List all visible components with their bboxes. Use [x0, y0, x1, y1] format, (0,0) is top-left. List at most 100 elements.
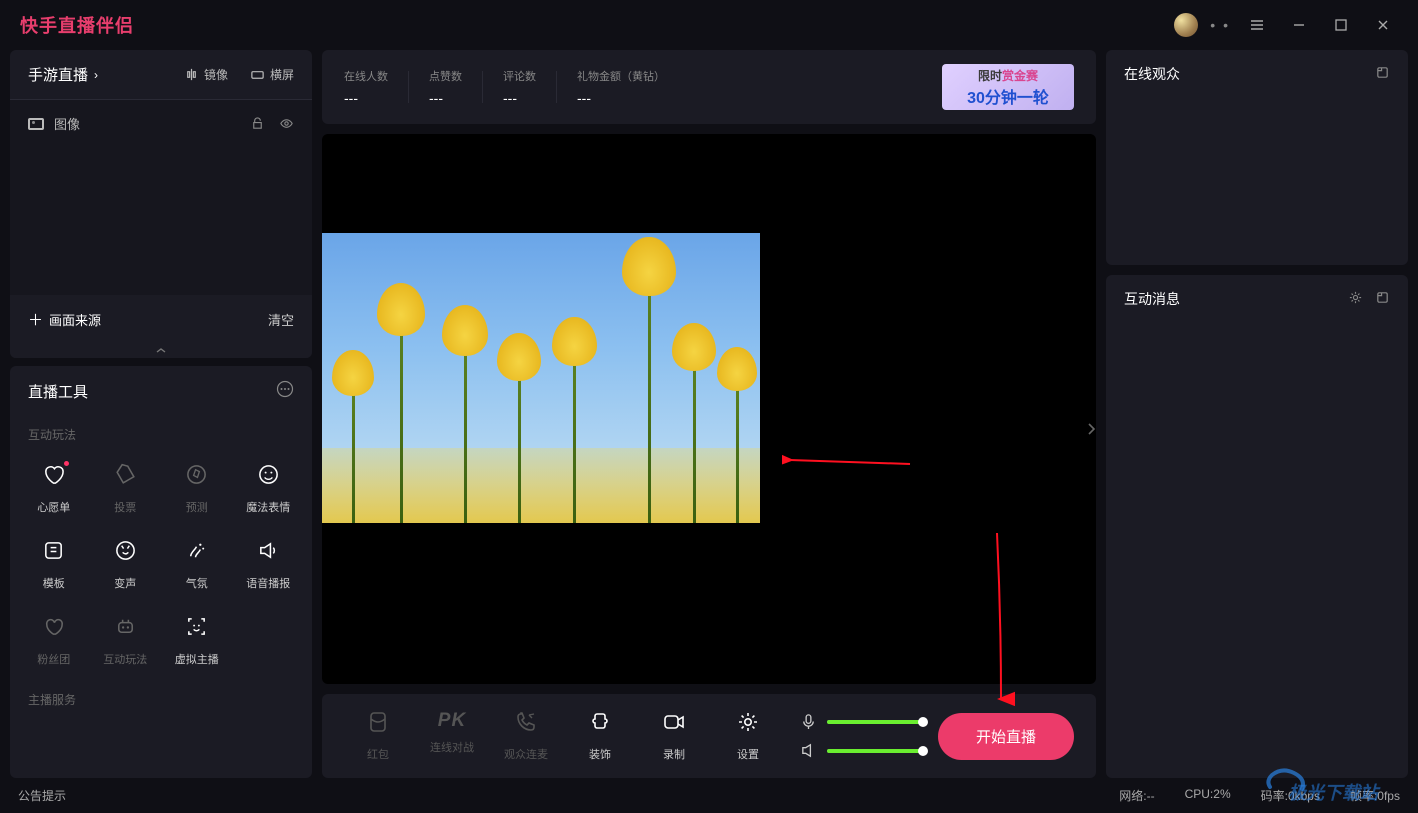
scene-layer-image[interactable]: 图像: [28, 110, 294, 137]
settings-icon[interactable]: [1348, 290, 1363, 308]
promo-prefix: 限时: [978, 69, 1002, 83]
bottom-tool-pk[interactable]: PK连线对战: [418, 710, 486, 762]
status-bitrate: 码率:0kbps: [1261, 787, 1320, 804]
eye-icon[interactable]: [279, 116, 294, 131]
mirror-toggle[interactable]: 镜像: [184, 66, 228, 83]
scene-layer-label: 图像: [54, 114, 80, 133]
preview-canvas[interactable]: [322, 134, 1096, 684]
heart-icon: [42, 463, 65, 491]
compass-icon: [185, 463, 208, 491]
scene-panel: 手游直播 › 镜像 横屏 图像: [10, 50, 312, 358]
tool-heart[interactable]: 心愿单: [20, 457, 88, 521]
tool-label: 预测: [186, 499, 208, 515]
stat-item: 点赞数 ---: [429, 68, 462, 106]
popout-icon[interactable]: [1375, 65, 1390, 83]
tool-tag[interactable]: 投票: [92, 457, 160, 521]
bottom-tool-label: 红包: [367, 746, 389, 762]
scene-category-label: 手游直播: [28, 64, 88, 85]
record-icon: [662, 710, 686, 739]
robot-icon: [114, 615, 137, 643]
bottom-tool-record[interactable]: 录制: [640, 710, 708, 762]
tool-label: 变声: [114, 575, 136, 591]
image-icon: [28, 118, 44, 130]
stat-item: 评论数 ---: [503, 68, 536, 106]
tool-robot[interactable]: 互动玩法: [92, 609, 160, 673]
speaker-out-icon[interactable]: [800, 742, 817, 759]
popout-icon-2[interactable]: [1375, 290, 1390, 308]
mic-icon[interactable]: [800, 713, 817, 730]
stat-value: ---: [503, 90, 536, 106]
face-scan-icon: [185, 615, 208, 643]
scene-category[interactable]: 手游直播 ›: [28, 64, 98, 85]
bottom-tool-label: 录制: [663, 746, 685, 762]
bottom-tool-call[interactable]: 观众连麦: [492, 710, 560, 762]
landscape-icon: [250, 67, 265, 82]
tool-label: 气氛: [186, 575, 208, 591]
bottom-tool-label: 设置: [737, 746, 759, 762]
voice-change-icon: [114, 539, 137, 567]
stat-label: 礼物金额（黄钻）: [577, 68, 665, 84]
tool-face-scan[interactable]: 虚拟主播: [163, 609, 231, 673]
stat-label: 点赞数: [429, 68, 462, 84]
call-icon: [514, 710, 538, 739]
mic-volume-slider[interactable]: [827, 720, 925, 724]
bottom-tool-puzzle[interactable]: 装饰: [566, 710, 634, 762]
tool-label: 互动玩法: [103, 651, 147, 667]
section-interactive: 互动玩法: [10, 416, 312, 449]
tool-smile[interactable]: 魔法表情: [235, 457, 303, 521]
tool-label: 魔法表情: [246, 499, 290, 515]
announcement-label: 公告提示: [18, 787, 66, 804]
online-audience-panel: 在线观众: [1106, 50, 1408, 265]
tool-template[interactable]: 模板: [20, 533, 88, 597]
menu-icon[interactable]: [1242, 10, 1272, 40]
chevron-right-icon: ›: [94, 68, 98, 82]
status-network: 网络:--: [1119, 787, 1154, 804]
tool-compass[interactable]: 预测: [163, 457, 231, 521]
tool-sparkle[interactable]: 气氛: [163, 533, 231, 597]
lock-icon[interactable]: [250, 116, 265, 131]
bottom-tool-gear[interactable]: 设置: [714, 710, 782, 762]
mirror-icon: [184, 67, 199, 82]
bottom-tool-red-packet[interactable]: 红包: [344, 710, 412, 762]
tool-label: 粉丝团: [37, 651, 70, 667]
status-framerate: 帧率:0fps: [1350, 787, 1400, 804]
stat-label: 评论数: [503, 68, 536, 84]
promo-line2: 30分钟一轮: [967, 84, 1049, 108]
promo-banner[interactable]: 限时赏金赛 30分钟一轮: [942, 64, 1074, 110]
speaker-volume-slider[interactable]: [827, 749, 925, 753]
stats-bar: 在线人数---点赞数---评论数---礼物金额（黄钻）--- 限时赏金赛 30分…: [322, 50, 1096, 124]
tool-voice-change[interactable]: 变声: [92, 533, 160, 597]
mirror-label: 镜像: [204, 66, 228, 83]
tool-label: 投票: [114, 499, 136, 515]
speaker-icon: [257, 539, 280, 567]
tools-title: 直播工具: [28, 381, 88, 402]
gear-icon: [736, 710, 760, 739]
more-icon[interactable]: [276, 380, 294, 402]
tool-speaker[interactable]: 语音播报: [235, 533, 303, 597]
stat-label: 在线人数: [344, 68, 388, 84]
start-stream-button[interactable]: 开始直播: [938, 713, 1074, 760]
status-cpu: CPU:2%: [1185, 787, 1231, 804]
next-scene-button[interactable]: [1082, 409, 1100, 449]
maximize-button[interactable]: [1326, 10, 1356, 40]
close-button[interactable]: [1368, 10, 1398, 40]
collapse-toggle[interactable]: [10, 344, 312, 358]
messages-panel: 互动消息: [1106, 275, 1408, 778]
orientation-label: 横屏: [270, 66, 294, 83]
audio-controls: [800, 713, 925, 759]
clear-button[interactable]: 清空: [268, 310, 294, 329]
minimize-button[interactable]: [1284, 10, 1314, 40]
tag-icon: [114, 463, 137, 491]
stat-value: ---: [429, 90, 462, 106]
stat-item: 在线人数---: [344, 68, 388, 106]
bottom-toolbar: 红包 PK连线对战观众连麦装饰录制 设置 开始直播: [322, 694, 1096, 778]
account-menu[interactable]: • •: [1210, 17, 1230, 33]
orientation-toggle[interactable]: 横屏: [250, 66, 294, 83]
tool-fans-heart[interactable]: 粉丝团: [20, 609, 88, 673]
annotation-arrow-1: [782, 454, 912, 470]
tool-label: 虚拟主播: [175, 651, 219, 667]
sparkle-icon: [185, 539, 208, 567]
add-source-button[interactable]: ＋ 画面来源: [28, 309, 101, 330]
section-host: 主播服务: [10, 681, 312, 714]
avatar[interactable]: [1174, 13, 1198, 37]
